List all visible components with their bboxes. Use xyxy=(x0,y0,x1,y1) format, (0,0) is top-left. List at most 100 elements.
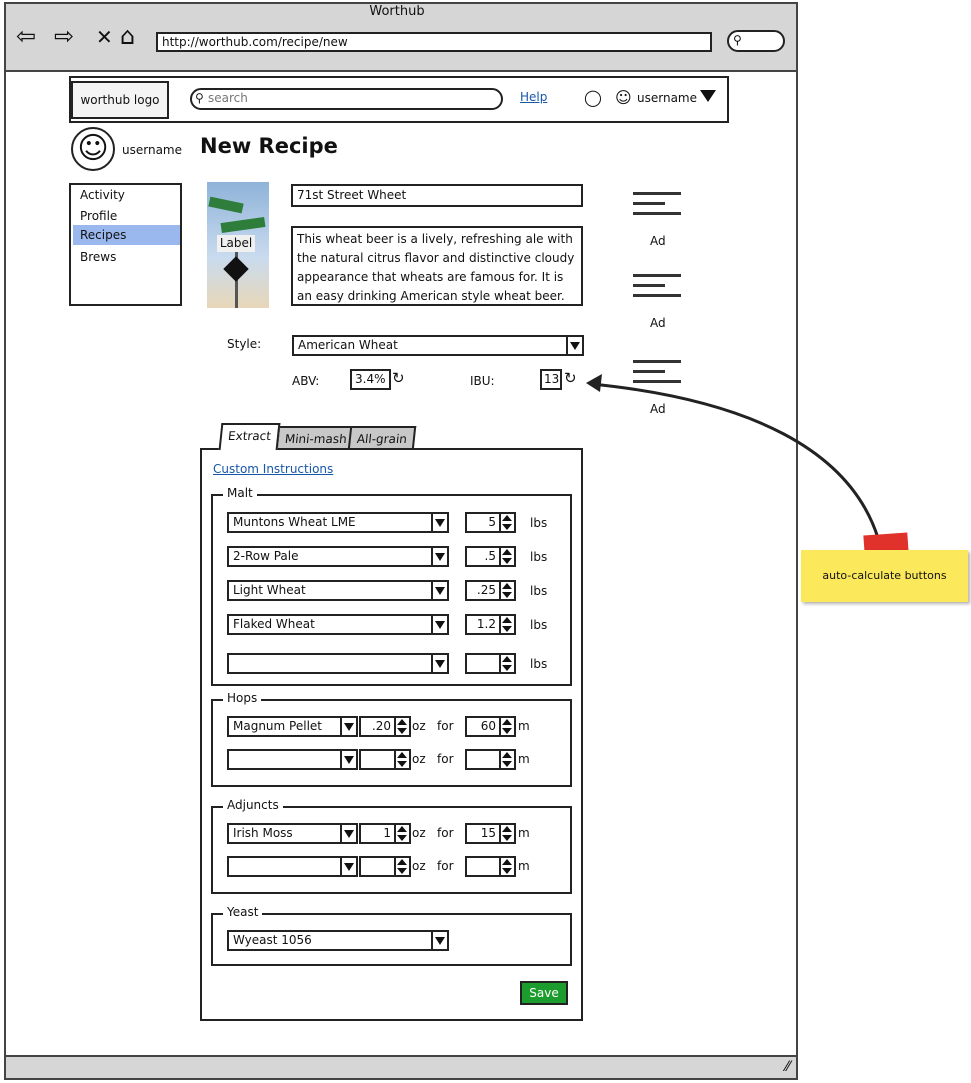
browser-search-field[interactable]: ⚲ xyxy=(727,30,785,52)
chevron-down-icon xyxy=(431,514,447,531)
yeast-select[interactable]: Wyeast 1056 xyxy=(227,930,449,951)
stepper-arrows-icon[interactable] xyxy=(499,825,514,842)
search-icon: ⚲ xyxy=(195,91,204,105)
help-link[interactable]: Help xyxy=(520,90,547,104)
adjunct-amount-stepper[interactable] xyxy=(359,856,411,877)
user-menu-dropdown-icon[interactable] xyxy=(700,90,716,102)
adjunct-unit: oz xyxy=(412,859,426,873)
save-button[interactable]: Save xyxy=(520,981,568,1005)
chevron-down-icon xyxy=(431,616,447,633)
hop-select[interactable] xyxy=(227,749,358,770)
chat-icon[interactable]: ◯ xyxy=(584,88,602,107)
stepper-arrows-icon[interactable] xyxy=(499,718,514,735)
malt-unit: lbs xyxy=(530,550,548,564)
malt-select[interactable]: Muntons Wheat LME xyxy=(227,512,449,533)
hop-name: Magnum Pellet xyxy=(233,719,322,733)
annotation-arrow xyxy=(586,374,880,539)
stepper-arrows-icon[interactable] xyxy=(394,751,409,768)
smiley-icon: ☺ xyxy=(615,88,632,107)
malt-amount: 1.2 xyxy=(476,617,496,631)
adjunct-unit: oz xyxy=(412,826,426,840)
hop-unit: oz xyxy=(412,719,426,733)
home-icon[interactable]: ⌂ xyxy=(120,24,135,48)
style-select[interactable]: American Wheat xyxy=(292,335,584,356)
malt-amount-stepper[interactable]: .25 xyxy=(465,580,516,601)
abv-recalculate-icon[interactable]: ↻ xyxy=(392,369,405,387)
stepper-arrows-icon[interactable] xyxy=(394,718,409,735)
tab-all-grain[interactable]: All-grain xyxy=(347,426,417,450)
stepper-arrows-icon[interactable] xyxy=(499,858,514,875)
chevron-down-icon xyxy=(431,655,447,672)
hop-amount-stepper[interactable]: .20 xyxy=(359,716,411,737)
sidebar-item-brews[interactable]: Brews xyxy=(73,247,180,267)
stepper-arrows-icon[interactable] xyxy=(499,616,514,633)
ad-image xyxy=(633,274,681,304)
stepper-arrows-icon[interactable] xyxy=(394,825,409,842)
resize-grip-icon[interactable]: ⁄⁄ xyxy=(785,1059,790,1075)
ibu-recalculate-icon[interactable]: ↻ xyxy=(564,369,577,387)
ad-label[interactable]: Ad xyxy=(650,316,666,330)
stepper-arrows-icon[interactable] xyxy=(499,582,514,599)
ad-label[interactable]: Ad xyxy=(650,234,666,248)
malt-amount-stepper[interactable] xyxy=(465,653,516,674)
header-username[interactable]: username xyxy=(637,91,697,105)
sidebar-item-activity[interactable]: Activity xyxy=(73,185,180,205)
malt-unit: lbs xyxy=(530,618,548,632)
adjunct-time-stepper[interactable]: 15 xyxy=(465,823,516,844)
logo-text: worthub logo xyxy=(80,93,160,107)
sidebar-item-recipes[interactable]: Recipes xyxy=(73,225,180,245)
sidebar-item-profile[interactable]: Profile xyxy=(73,206,180,226)
malt-amount: 5 xyxy=(488,515,496,529)
stepper-arrows-icon[interactable] xyxy=(499,751,514,768)
malt-name: Muntons Wheat LME xyxy=(233,515,356,529)
tab-mini-mash[interactable]: Mini-mash xyxy=(275,426,357,450)
tab-extract[interactable]: Extract xyxy=(218,423,281,450)
time-unit: m xyxy=(518,719,530,733)
time-unit: m xyxy=(518,752,530,766)
traffic-sign-graphic xyxy=(223,256,249,282)
stepper-arrows-icon[interactable] xyxy=(499,655,514,672)
label-image[interactable]: Label xyxy=(207,182,269,308)
for-label: for xyxy=(437,719,454,733)
malt-select[interactable] xyxy=(227,653,449,674)
malt-select[interactable]: Light Wheat xyxy=(227,580,449,601)
hop-time-stepper[interactable] xyxy=(465,749,516,770)
adjunct-time-stepper[interactable] xyxy=(465,856,516,877)
hop-time-stepper[interactable]: 60 xyxy=(465,716,516,737)
malt-amount-stepper[interactable]: 5 xyxy=(465,512,516,533)
chevron-down-icon xyxy=(431,548,447,565)
yeast-group-title: Yeast xyxy=(223,905,263,919)
adjunct-amount-stepper[interactable]: 1 xyxy=(359,823,411,844)
malt-amount: .5 xyxy=(484,549,496,563)
stepper-arrows-icon[interactable] xyxy=(499,548,514,565)
adjuncts-group: Adjuncts xyxy=(211,798,572,894)
close-icon[interactable]: ✕ xyxy=(96,25,113,49)
url-bar[interactable]: http://worthub.com/recipe/new xyxy=(156,32,712,52)
site-logo[interactable]: worthub logo xyxy=(71,81,169,119)
hop-select[interactable]: Magnum Pellet xyxy=(227,716,358,737)
malt-select[interactable]: Flaked Wheat xyxy=(227,614,449,635)
forward-icon[interactable]: ⇨ xyxy=(54,24,74,48)
profile-username: username xyxy=(122,143,182,157)
custom-instructions-link[interactable]: Custom Instructions xyxy=(213,462,333,476)
malt-select[interactable]: 2-Row Pale xyxy=(227,546,449,567)
chevron-down-icon xyxy=(566,337,582,354)
adjunct-select[interactable]: Irish Moss xyxy=(227,823,358,844)
malt-amount-stepper[interactable]: 1.2 xyxy=(465,614,516,635)
back-icon[interactable]: ⇦ xyxy=(16,24,36,48)
recipe-name-input[interactable]: 71st Street Wheet xyxy=(291,184,583,207)
style-value: American Wheat xyxy=(298,338,398,352)
hop-time: 60 xyxy=(480,719,496,733)
for-label: for xyxy=(437,752,454,766)
stepper-arrows-icon[interactable] xyxy=(394,858,409,875)
search-input[interactable]: ⚲ search xyxy=(190,88,503,110)
time-unit: m xyxy=(518,826,530,840)
adjunct-amount: 1 xyxy=(383,826,391,840)
street-sign-graphic xyxy=(220,216,266,234)
recipe-description-textarea[interactable]: This wheat beer is a lively, refreshing … xyxy=(291,226,583,306)
label-caption: Label xyxy=(217,235,255,252)
adjunct-select[interactable] xyxy=(227,856,358,877)
malt-amount-stepper[interactable]: .5 xyxy=(465,546,516,567)
stepper-arrows-icon[interactable] xyxy=(499,514,514,531)
hop-amount-stepper[interactable] xyxy=(359,749,411,770)
